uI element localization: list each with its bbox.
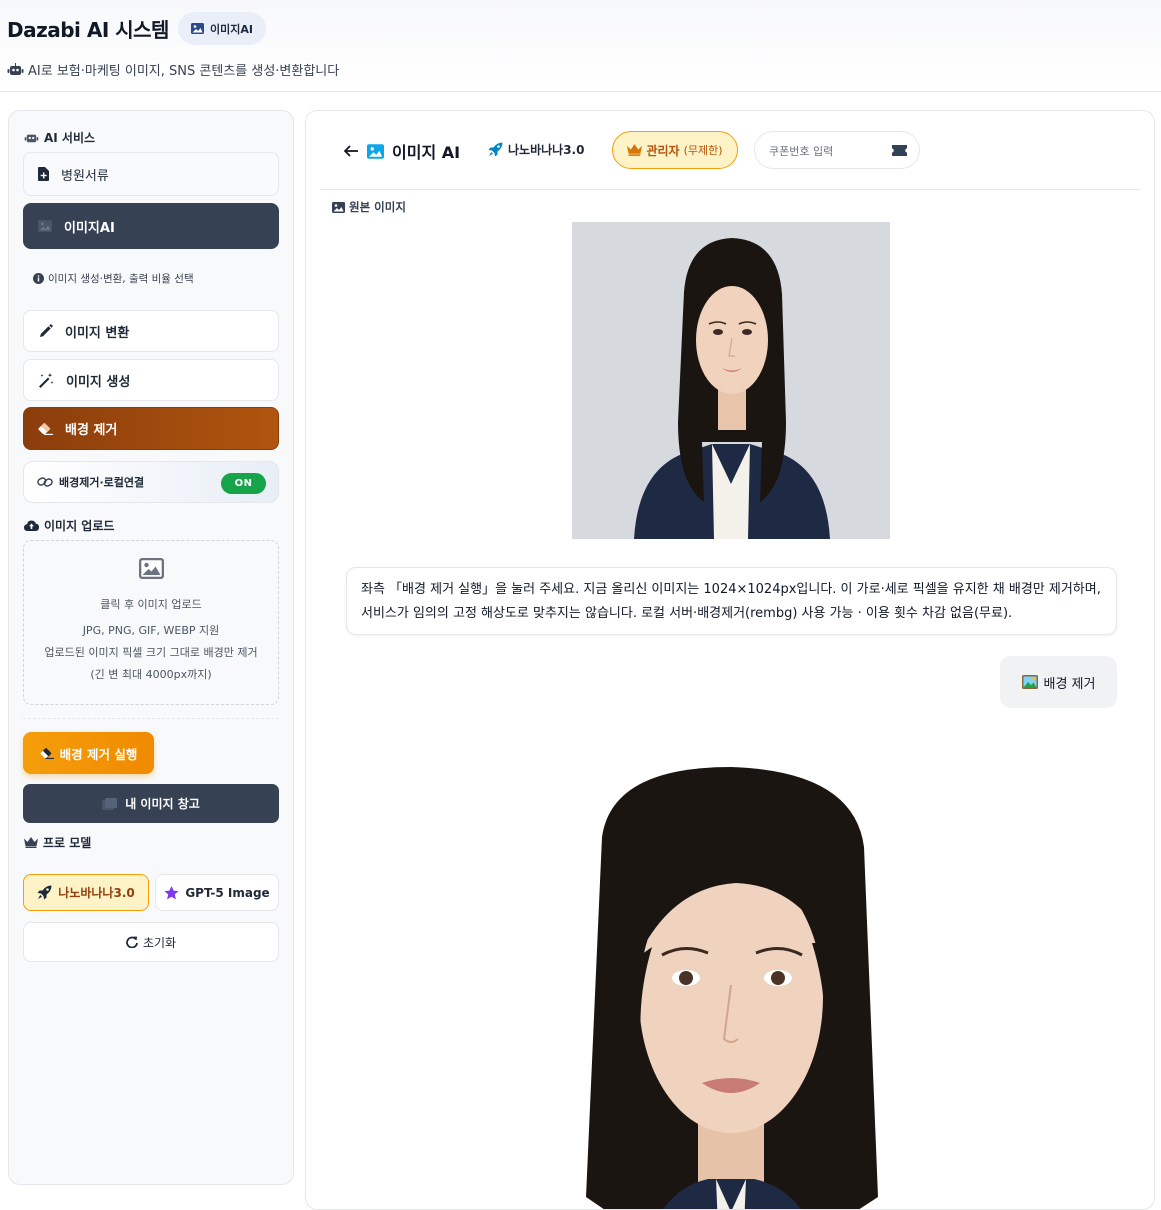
ai-services-label: AI 서비스 bbox=[24, 129, 95, 146]
run-bg-remove-button[interactable]: 배경 제거 실행 bbox=[23, 732, 154, 774]
admin-badge: 관리자 (무제한) bbox=[612, 131, 738, 169]
coupon-field[interactable] bbox=[754, 131, 920, 169]
original-image bbox=[572, 222, 890, 539]
badge-label: 이미지AI bbox=[209, 22, 253, 36]
upload-section-label: 이미지 업로드 bbox=[24, 517, 114, 534]
menu-bg-remove[interactable]: 배경 제거 bbox=[23, 407, 279, 450]
eraser-icon bbox=[40, 747, 54, 759]
menu-image-generate[interactable]: 이미지 생성 bbox=[23, 359, 279, 401]
magic-wand-icon bbox=[39, 372, 54, 388]
title-row: Dazabi AI 시스템 이미지AI bbox=[7, 12, 266, 45]
upload-line-3: 업로드된 이미지 픽셀 크기 그대로 배경만 제거 bbox=[44, 646, 258, 659]
hint-text: 이미지 생성·변환, 출력 비율 선택 bbox=[48, 273, 194, 285]
pro-model-label: 프로 모델 bbox=[24, 834, 91, 851]
subtitle-text: AI로 보험·마케팅 이미지, SNS 콘텐츠를 생성·변환합니다 bbox=[28, 64, 340, 79]
star-icon bbox=[164, 885, 179, 899]
image-placeholder-icon bbox=[139, 558, 164, 579]
model-gpt5-button[interactable]: GPT-5 Image bbox=[155, 874, 279, 911]
back-arrow-icon[interactable] bbox=[344, 145, 359, 157]
toolbar: 이미지 AI 나노바나나3.0 관리자 (무제한) bbox=[306, 111, 1154, 189]
crown-icon bbox=[24, 837, 38, 848]
local-link-toggle-row[interactable]: 배경제거·로컬연결 ON bbox=[23, 461, 279, 503]
model-nanobanana-label: 나노바나나3.0 bbox=[58, 886, 135, 900]
current-model: 나노바나나3.0 bbox=[488, 141, 584, 158]
toolbar-title: 이미지 AI bbox=[344, 139, 460, 163]
app-header: Dazabi AI 시스템 이미지AI AI로 보험·마케팅 이미지, SNS … bbox=[0, 0, 1161, 92]
file-plus-icon bbox=[38, 167, 49, 181]
ticket-icon[interactable] bbox=[892, 145, 907, 156]
app-subtitle: AI로 보험·마케팅 이미지, SNS 콘텐츠를 생성·변환합니다 bbox=[7, 60, 339, 79]
current-model-label: 나노바나나3.0 bbox=[508, 143, 585, 157]
result-image bbox=[502, 767, 960, 1209]
user-message-text: 배경 제거 bbox=[1043, 676, 1096, 692]
original-image-label: 원본 이미지 bbox=[332, 199, 406, 215]
run-button-label: 배경 제거 실행 bbox=[59, 746, 138, 762]
portrait-photo bbox=[572, 222, 890, 539]
divider bbox=[23, 718, 279, 719]
image-ai-badge: 이미지AI bbox=[177, 12, 266, 45]
robot-icon bbox=[24, 134, 39, 142]
link-icon bbox=[37, 477, 53, 487]
menu-image-ai-label: 이미지AI bbox=[64, 220, 115, 236]
rocket-icon bbox=[37, 885, 52, 900]
sidebar: AI 서비스 병원서류 이미지AI 이미지 생성·변환, 출력 비율 선택 이미… bbox=[8, 110, 294, 1185]
menu-image-ai[interactable]: 이미지AI bbox=[23, 203, 279, 249]
app-title: Dazabi AI 시스템 bbox=[7, 18, 169, 42]
assistant-message: 좌측 「배경 제거 실행」을 눌러 주세요. 지금 올리신 이미지는 1024×… bbox=[346, 567, 1117, 635]
portrait-result-photo bbox=[502, 767, 960, 1209]
upload-dropzone[interactable]: 클릭 후 이미지 업로드 JPG, PNG, GIF, WEBP 지원 업로드된… bbox=[23, 540, 279, 705]
ai-services-text: AI 서비스 bbox=[44, 131, 96, 145]
gallery-button-label: 내 이미지 창고 bbox=[125, 797, 200, 811]
menu-bg-remove-label: 배경 제거 bbox=[65, 423, 118, 438]
menu-image-convert[interactable]: 이미지 변환 bbox=[23, 310, 279, 352]
model-nanobanana-button[interactable]: 나노바나나3.0 bbox=[23, 874, 149, 911]
model-gpt5-label: GPT-5 Image bbox=[185, 885, 270, 900]
cloud-upload-icon bbox=[24, 520, 39, 531]
picture-emoji-icon bbox=[1021, 675, 1038, 689]
image-ai-hint: 이미지 생성·변환, 출력 비율 선택 bbox=[33, 271, 194, 286]
main-title: 이미지 AI bbox=[392, 143, 461, 162]
reset-button-label: 초기화 bbox=[142, 935, 177, 950]
upload-section-text: 이미지 업로드 bbox=[44, 519, 115, 533]
upload-line-4: (긴 변 최대 4000px까지) bbox=[90, 668, 212, 681]
image-icon bbox=[190, 23, 204, 34]
crown-icon bbox=[627, 144, 643, 156]
upload-line-2: JPG, PNG, GIF, WEBP 지원 bbox=[82, 624, 220, 637]
pencil-icon bbox=[40, 323, 53, 337]
admin-sub-label: (무제한) bbox=[683, 144, 723, 157]
my-gallery-button[interactable]: 내 이미지 창고 bbox=[23, 784, 279, 823]
menu-hospital-docs-label: 병원서류 bbox=[61, 168, 109, 184]
user-message: 배경 제거 bbox=[1000, 656, 1117, 708]
refresh-icon bbox=[126, 936, 138, 948]
coupon-input[interactable] bbox=[769, 142, 884, 160]
main-panel: 이미지 AI 나노바나나3.0 관리자 (무제한) 원본 이미지 bbox=[305, 110, 1155, 1210]
toolbar-divider bbox=[320, 189, 1140, 190]
images-icon bbox=[102, 797, 118, 810]
menu-image-convert-label: 이미지 변환 bbox=[65, 325, 130, 341]
reset-button[interactable]: 초기화 bbox=[23, 922, 279, 962]
upload-line-1: 클릭 후 이미지 업로드 bbox=[100, 598, 202, 611]
rocket-icon bbox=[488, 142, 503, 157]
image-icon bbox=[332, 201, 345, 213]
robot-icon bbox=[7, 62, 24, 75]
menu-image-generate-label: 이미지 생성 bbox=[66, 374, 131, 390]
local-link-toggle[interactable]: ON bbox=[221, 473, 266, 494]
menu-hospital-docs[interactable]: 병원서류 bbox=[23, 152, 279, 196]
image-icon bbox=[38, 220, 52, 232]
admin-label: 관리자 bbox=[646, 143, 680, 158]
info-icon bbox=[33, 273, 44, 284]
pro-model-text: 프로 모델 bbox=[43, 836, 92, 850]
eraser-icon bbox=[38, 422, 53, 435]
local-link-label: 배경제거·로컬연결 bbox=[59, 476, 145, 489]
original-image-text: 원본 이미지 bbox=[349, 200, 406, 214]
image-icon bbox=[367, 143, 384, 159]
